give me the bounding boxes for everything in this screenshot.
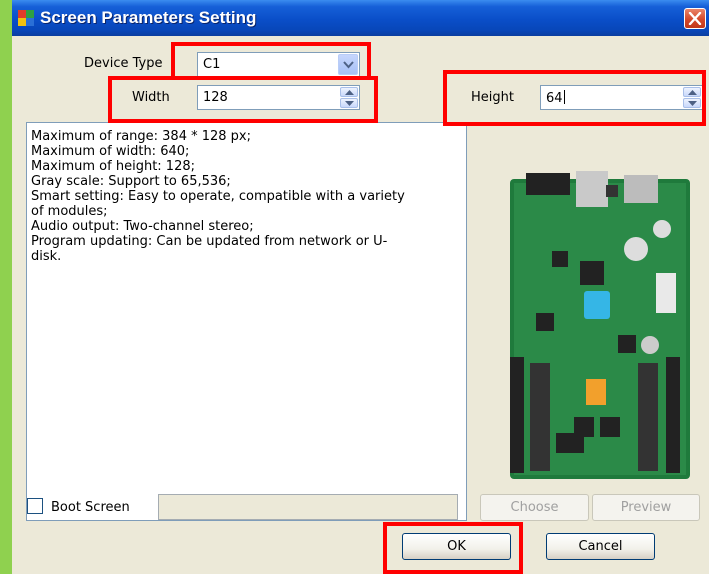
info-line: disk. [31, 249, 62, 264]
boot-screen-checkbox[interactable] [27, 498, 43, 514]
device-info-textbox[interactable]: Maximum of range: 384 * 128 px; Maximum o… [26, 122, 467, 521]
preview-button[interactable]: Preview [592, 494, 700, 521]
ok-highlight [383, 522, 523, 574]
boot-screen-path-field[interactable] [158, 494, 458, 520]
info-line: Audio output: Two-channel stereo; [31, 219, 254, 234]
choose-button[interactable]: Choose [480, 494, 589, 521]
height-highlight [443, 70, 706, 126]
cancel-button[interactable]: Cancel [546, 533, 655, 560]
info-line: Program updating: Can be updated from ne… [31, 234, 388, 249]
device-info-lines: Maximum of range: 384 * 128 px; Maximum o… [27, 129, 405, 264]
close-button[interactable] [684, 8, 706, 29]
info-line: Maximum of width: 640; [31, 144, 190, 159]
info-line: Maximum of range: 384 * 128 px; [31, 129, 252, 144]
close-icon [688, 12, 702, 25]
device-type-highlight [171, 42, 371, 80]
window-title: Screen Parameters Setting [40, 8, 257, 27]
boot-screen-label: Boot Screen [51, 500, 130, 515]
info-line: Gray scale: Support to 65,536; [31, 174, 231, 189]
info-line: Maximum of height: 128; [31, 159, 195, 174]
device-type-label: Device Type [84, 56, 163, 71]
width-highlight [108, 76, 378, 123]
title-bar[interactable]: Screen Parameters Setting [12, 0, 709, 36]
app-icon [18, 10, 34, 26]
controller-board-image [510, 171, 690, 479]
info-line: Smart setting: Easy to operate, compatib… [31, 189, 405, 204]
info-line: of modules; [31, 204, 108, 219]
